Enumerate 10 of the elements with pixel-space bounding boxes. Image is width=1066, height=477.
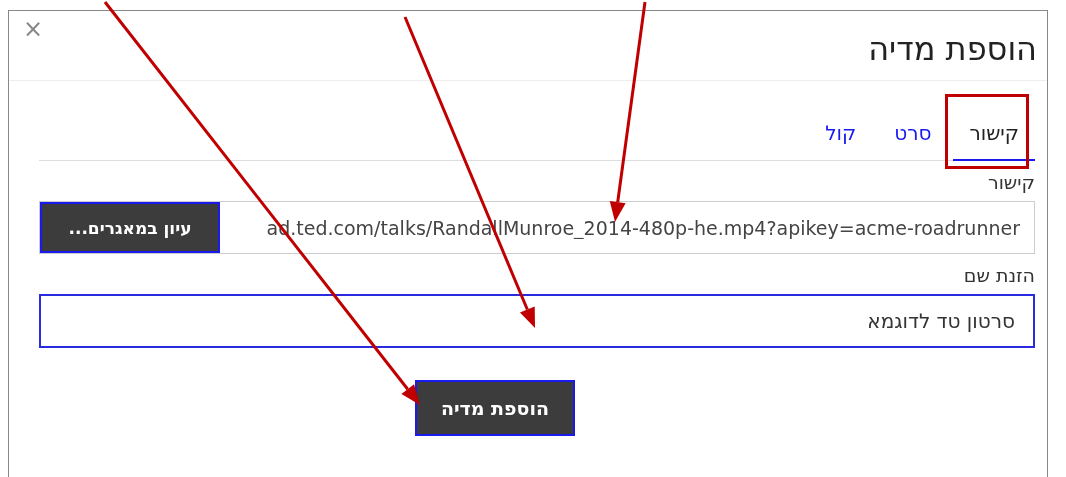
field-label: הזנת שם bbox=[962, 264, 1035, 286]
browse-button[interactable]: עיון במאגרים... bbox=[40, 202, 220, 253]
tab[interactable]: קישור bbox=[953, 109, 1035, 161]
add-media-button[interactable]: הוספת מדיה bbox=[415, 380, 575, 436]
tab[interactable]: סרט bbox=[878, 109, 948, 161]
name-input-field[interactable]: סרטון טד לדוגמא bbox=[39, 294, 1035, 348]
field-label: קישור bbox=[986, 171, 1035, 193]
close-button[interactable]: × bbox=[23, 17, 44, 41]
tab[interactable]: קול bbox=[809, 109, 873, 161]
dialog-title: הוספת מדיה bbox=[868, 29, 1037, 68]
